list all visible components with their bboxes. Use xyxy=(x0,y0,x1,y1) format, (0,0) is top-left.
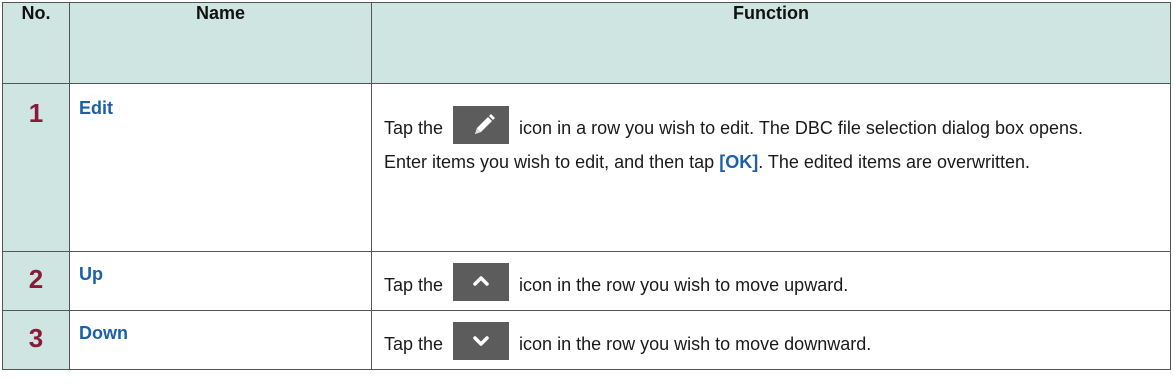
row-number: 3 xyxy=(28,323,44,353)
function-text: icon in the row you wish to move upward. xyxy=(519,275,849,295)
row-name: Edit xyxy=(79,98,113,118)
function-text: . The edited items are overwritten. xyxy=(758,152,1030,173)
function-text: Enter items you wish to edit, and then t… xyxy=(384,152,715,173)
row-name-cell: Edit xyxy=(69,83,372,252)
table-row-down: 3 Down Tap the icon in the row you wish t… xyxy=(2,310,1171,370)
table-row-up: 2 Up Tap the icon in the row you wish to … xyxy=(2,251,1171,311)
row-name-cell: Up xyxy=(69,251,372,311)
row-number-cell: 1 xyxy=(2,83,70,252)
row-function-cell: Tap the icon in the row you wish to move … xyxy=(371,251,1171,311)
chevron-up-icon xyxy=(453,263,510,302)
function-table: No. Name Function 1 Edit Tap the icon in … xyxy=(2,2,1171,370)
header-no: No. xyxy=(2,2,70,84)
row-function-cell: Tap the icon in the row you wish to move … xyxy=(371,310,1171,370)
header-row: No. Name Function xyxy=(2,2,1171,84)
function-text: icon in a row you wish to edit. The DBC … xyxy=(519,118,1084,138)
header-name: Name xyxy=(69,2,372,84)
row-name-cell: Down xyxy=(69,310,372,370)
header-function: Function xyxy=(371,2,1171,84)
function-text: Tap the xyxy=(384,334,444,354)
chevron-down-icon xyxy=(453,322,510,361)
row-number: 1 xyxy=(28,98,44,128)
row-number: 2 xyxy=(28,264,44,294)
row-number-cell: 3 xyxy=(2,310,70,370)
row-function-cell: Tap the icon in a row you wish to edit. T… xyxy=(371,83,1171,252)
function-text: icon in the row you wish to move downwar… xyxy=(519,334,872,354)
row-name: Down xyxy=(79,323,128,343)
row-number-cell: 2 xyxy=(2,251,70,311)
ok-button-reference: [OK] xyxy=(719,152,759,173)
table-row-edit: 1 Edit Tap the icon in a row you wish to … xyxy=(2,83,1171,252)
function-text: Tap the xyxy=(384,118,444,138)
row-name: Up xyxy=(79,264,103,284)
pencil-icon xyxy=(453,106,510,145)
function-text: Tap the xyxy=(384,275,444,295)
